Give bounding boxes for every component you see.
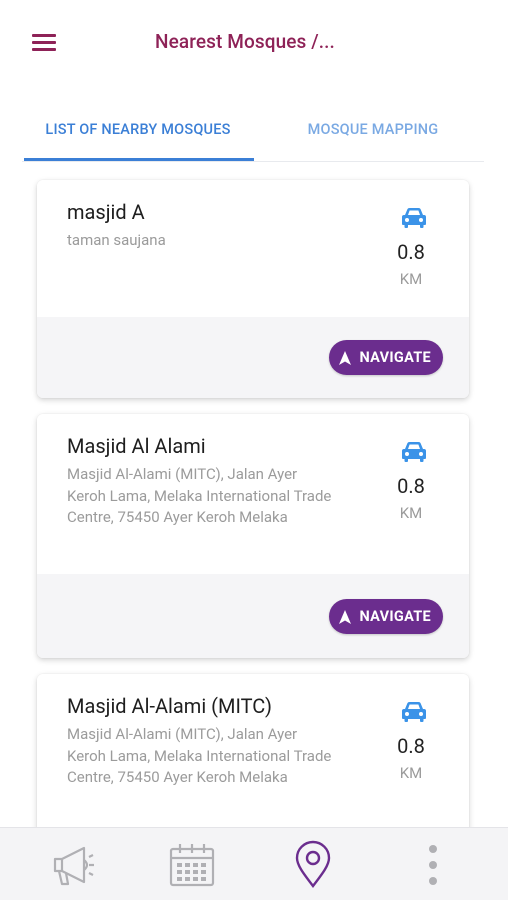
mosque-card[interactable]: Masjid Al Alami Masjid Al-Alami (MITC), …	[37, 414, 469, 658]
car-icon	[402, 702, 426, 722]
distance-unit: KM	[399, 504, 423, 522]
navigate-button[interactable]: NAVIGATE	[329, 599, 443, 634]
location-pin-icon[interactable]	[288, 840, 338, 890]
active-tab-indicator	[24, 158, 254, 161]
tab-bar: LIST OF NEARBY MOSQUES MOSQUE MAPPING	[22, 106, 484, 162]
card-body: masjid A taman saujana 0.8 KM	[37, 180, 469, 317]
bottom-navigation-bar	[0, 827, 508, 900]
distance-value: 0.8	[397, 474, 425, 498]
calendar-icon[interactable]	[167, 840, 217, 890]
navigate-label: NAVIGATE	[359, 349, 431, 366]
distance-unit: KM	[399, 270, 423, 288]
mosque-address: Masjid Al-Alami (MITC), Jalan Ayer Keroh…	[67, 465, 332, 526]
card-body: Masjid Al Alami Masjid Al-Alami (MITC), …	[37, 414, 469, 574]
navigation-arrow-icon	[339, 609, 352, 624]
page-title: Nearest Mosques /...	[155, 30, 335, 53]
card-body: Masjid Al-Alami (MITC) Masjid Al-Alami (…	[37, 674, 469, 844]
navigate-button[interactable]: NAVIGATE	[329, 340, 443, 375]
mosque-address: taman saujana	[67, 231, 166, 249]
card-footer: NAVIGATE	[37, 317, 469, 398]
megaphone-icon[interactable]	[50, 840, 100, 890]
mosque-address: Masjid Al-Alami (MITC), Jalan Ayer Keroh…	[67, 725, 332, 786]
distance-value: 0.8	[397, 240, 425, 264]
mosque-card[interactable]: Masjid Al-Alami (MITC) Masjid Al-Alami (…	[37, 674, 469, 844]
card-footer: NAVIGATE	[37, 574, 469, 658]
navigation-arrow-icon	[339, 350, 352, 365]
car-icon	[402, 442, 426, 462]
navigate-label: NAVIGATE	[359, 608, 431, 625]
distance-value: 0.8	[397, 734, 425, 758]
mosque-card[interactable]: masjid A taman saujana 0.8 KM NAVIGATE	[37, 180, 469, 398]
app-header: Nearest Mosques /...	[0, 0, 508, 86]
distance-unit: KM	[399, 764, 423, 782]
tab-mosque-mapping[interactable]: MOSQUE MAPPING	[262, 106, 484, 161]
mosque-name: masjid A	[67, 200, 145, 224]
car-icon	[402, 208, 426, 228]
app-screen: Nearest Mosques /... LIST OF NEARBY MOSQ…	[0, 0, 508, 900]
tab-list-of-nearby-mosques[interactable]: LIST OF NEARBY MOSQUES	[22, 106, 254, 161]
mosque-name: Masjid Al Alami	[67, 434, 206, 458]
menu-icon[interactable]	[28, 28, 60, 56]
more-vertical-icon[interactable]	[408, 840, 458, 890]
mosque-name: Masjid Al-Alami (MITC)	[67, 694, 272, 718]
